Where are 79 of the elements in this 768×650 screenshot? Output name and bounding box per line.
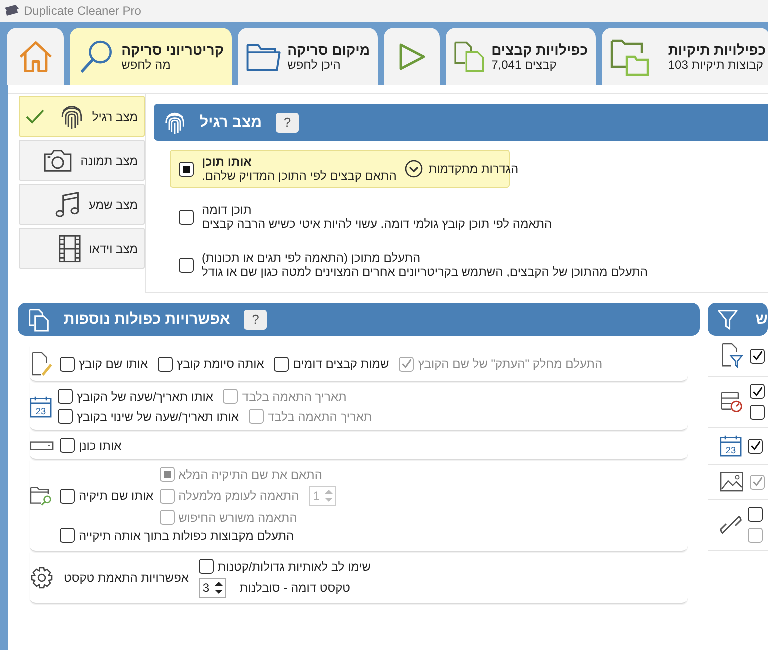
tab[interactable] <box>384 28 440 85</box>
checkbox[interactable] <box>748 507 763 522</box>
option-label: טקסט דומה - סובלנות <box>240 581 351 595</box>
option-description: התאם קבצים לפי התוכן המדויק שלהם. <box>202 169 397 183</box>
checkbox-label: שימו לב לאותיות גדולות/קטנות <box>218 560 371 574</box>
checkbox-label: שמות קבצים דומים <box>293 357 390 371</box>
checkbox[interactable] <box>60 488 75 504</box>
radio-checkbox[interactable] <box>179 258 194 272</box>
option-description: התעלם מהתוכן של הקבצים, השתמש בקריטריונים אחרים המצוינים למטה כגון שם או גודל <box>202 265 648 279</box>
radio-checkbox[interactable] <box>179 162 194 176</box>
checkbox[interactable] <box>60 438 75 453</box>
radio-label: התאם את שם התיקיה המלא <box>178 468 322 482</box>
folder-search-icon <box>30 485 54 507</box>
checkbox[interactable] <box>748 438 763 454</box>
checkbox[interactable] <box>274 356 290 372</box>
camera-icon <box>42 148 73 172</box>
checkbox-label: אותו תאריך/שעה של הקובץ <box>77 390 214 404</box>
music-note-icon <box>54 190 81 218</box>
calendar-icon: 23 <box>720 435 742 457</box>
checkbox[interactable] <box>750 405 765 420</box>
help-button[interactable]: ? <box>276 112 299 132</box>
image-icon <box>720 472 744 492</box>
panel-title: אפשרויות כפולות נוספות <box>64 311 230 328</box>
mode-item[interactable]: מצב רגיל <box>19 96 145 137</box>
chevron-down-icon <box>404 160 423 178</box>
documents-icon <box>28 308 50 332</box>
help-button[interactable]: ? <box>244 310 268 330</box>
checkbox-label: אותה סיומת קובץ <box>177 357 264 371</box>
checkbox[interactable] <box>158 356 174 372</box>
tab[interactable]: מיקום סריקה היכן לחפש <box>238 28 378 85</box>
radio-label: התאמה לעומק מלמעלה <box>178 489 300 503</box>
checkbox-label: אותו שם קובץ <box>79 357 148 371</box>
checkbox[interactable] <box>750 348 765 364</box>
mode-item[interactable]: מצב וידאו <box>19 228 145 269</box>
checkbox-label: תאריך התאמה בלבד <box>268 410 372 424</box>
radio-label: התאמה משורש החיפוש <box>178 510 298 524</box>
checkbox-label: אותו תאריך/שעה של שינוי בקובץ <box>77 410 239 424</box>
checkbox[interactable] <box>58 409 73 424</box>
panel-title: ש <box>756 311 768 328</box>
mode-item[interactable]: מצב תמונה <box>19 140 145 181</box>
checkbox-label: תאריך התאמה בלבד <box>242 390 347 404</box>
film-icon <box>59 234 82 262</box>
fingerprint-icon <box>164 110 186 134</box>
filter-icon <box>718 308 738 330</box>
option-label: אפשרויות התאמת טקסט <box>64 571 189 585</box>
checkbox[interactable] <box>60 356 75 372</box>
window-title: Duplicate Cleaner Pro <box>24 4 142 18</box>
radio-checkbox[interactable] <box>179 210 194 224</box>
option-title: תוכן דומה <box>202 203 252 217</box>
link-icon <box>720 514 742 536</box>
checkbox[interactable] <box>60 528 75 543</box>
tab[interactable]: כפילויות קבצים קבצים 7,041 <box>446 28 596 85</box>
option-title: אותו תוכן <box>202 155 252 169</box>
play-icon <box>397 42 427 72</box>
checkbox[interactable] <box>198 559 214 574</box>
list-clock-icon <box>720 390 744 414</box>
tab[interactable]: קריטריוני סריקה מה לחפש <box>70 28 232 85</box>
option-description: התאמה לפי תוכן קובץ גולמי דומה. עשוי להיות איטי כשיש הרבה קבצים <box>202 217 552 231</box>
drive-icon <box>30 440 54 450</box>
option-title: התעלם מתוכן (התאמה לפי תגים או תכונות) <box>202 251 421 265</box>
gear-icon <box>30 566 54 590</box>
checkbox-label: אותו שם תיקיה <box>79 489 154 503</box>
document-pencil-icon <box>30 352 54 376</box>
mode-item[interactable]: מצב שמע <box>19 184 145 225</box>
tab[interactable]: כפילויות תיקיות קבוצות תיקיות 103 <box>602 28 768 85</box>
spin-arrows-icon <box>323 487 336 505</box>
calendar-icon: 23 <box>30 396 52 418</box>
panel-title: מצב רגיל <box>200 114 262 131</box>
document-filter-icon <box>720 343 744 369</box>
app-icon <box>4 4 20 18</box>
checkbox[interactable] <box>58 389 73 404</box>
checkmark-icon <box>26 108 44 124</box>
checkbox-label: אותו כונן <box>79 438 122 452</box>
checkbox[interactable] <box>750 384 765 399</box>
advanced-settings-button[interactable]: הגדרות מתקדמות <box>404 160 519 178</box>
checkbox-label: התעלם מחלק "העתק" של שם הקובץ <box>418 357 603 371</box>
checkbox-label: התעלם מקבוצות כפולות בתוך אותה תיקייה <box>79 528 294 542</box>
number-spinner[interactable]: 3 <box>198 578 226 598</box>
spin-arrows-icon <box>212 579 225 597</box>
